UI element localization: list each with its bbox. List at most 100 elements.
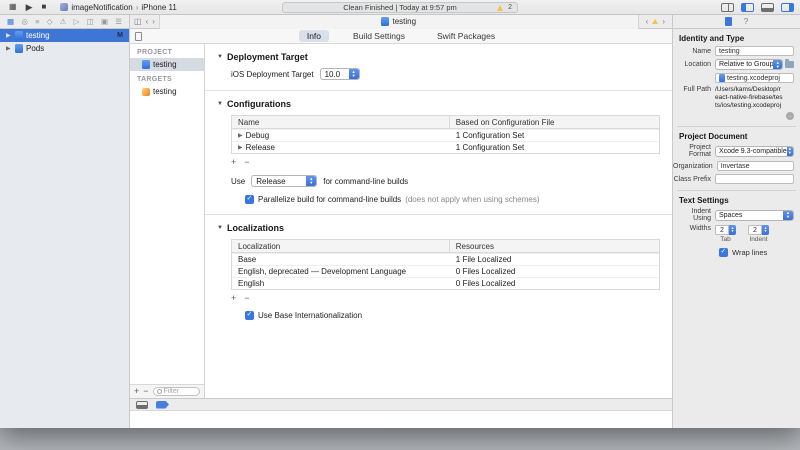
deployment-target-popup[interactable]: 10.0 ▲▼ [320, 68, 360, 80]
localization-resources: 1 File Localized [450, 255, 659, 264]
editor-tab-testing[interactable]: testing [159, 15, 639, 29]
tab-swift-packages[interactable]: Swift Packages [429, 30, 503, 42]
tab-overview-icon[interactable]: ◫ [134, 17, 142, 26]
project-format-popup[interactable]: Xcode 9.3-compatible ▲▼ [715, 146, 794, 157]
table-row[interactable]: ▶ Debug 1 Configuration Set [232, 129, 659, 141]
column-header-resources[interactable]: Resources [450, 242, 659, 251]
column-header-name[interactable]: Name [232, 116, 450, 128]
class-prefix-row: Class Prefix [673, 174, 794, 184]
table-row[interactable]: English, deprecated — Development Langua… [232, 265, 659, 277]
device-name[interactable]: iPhone 11 [141, 3, 176, 12]
section-header[interactable]: ▼ Localizations [205, 215, 672, 239]
indent-width-value[interactable]: 2 [748, 225, 762, 235]
add-configuration-button[interactable]: + [231, 158, 236, 167]
breakpoint-navigator-icon[interactable]: ▣ [101, 18, 108, 26]
scheme-app-icon [60, 3, 68, 11]
disclosure-triangle-icon[interactable]: ▼ [217, 54, 223, 60]
disclosure-triangle-icon[interactable]: ▼ [217, 225, 223, 231]
section-header[interactable]: ▼ Deployment Target [205, 44, 672, 68]
debug-navigator-icon[interactable]: ◫ [87, 18, 94, 26]
disclosure-triangle-icon[interactable]: ▶ [238, 144, 243, 151]
test-navigator-icon[interactable]: ▷ [74, 18, 80, 26]
sidebar-item-target-testing[interactable]: testing [130, 85, 204, 98]
forward-button[interactable]: › [152, 17, 155, 26]
scheme-selector[interactable]: imageNotification › iPhone 11 [60, 3, 176, 12]
disclosure-triangle-icon[interactable]: ▼ [217, 101, 223, 107]
location-popup[interactable]: Relative to Group ▲▼ [715, 59, 783, 70]
run-button[interactable]: ▶ [26, 3, 33, 12]
table-row[interactable]: Base 1 File Localized [232, 253, 659, 265]
symbol-navigator-icon[interactable]: ≡ [35, 18, 39, 26]
disclosure-triangle-icon[interactable]: ▶ [6, 45, 12, 52]
remove-configuration-button[interactable]: − [244, 158, 249, 167]
debug-bar [130, 398, 672, 411]
apps-grid-icon[interactable]: ▦ [9, 3, 17, 11]
editor-layout-icon[interactable] [721, 3, 734, 12]
indent-using-popup[interactable]: Spaces ▲▼ [715, 210, 794, 221]
tab-width-value[interactable]: 2 [715, 225, 729, 235]
warning-count[interactable]: 2 [508, 4, 512, 11]
parallelize-row: Parallelize build for command-line build… [245, 195, 672, 204]
parallelize-checkbox[interactable] [245, 195, 254, 204]
table-row[interactable]: ▶ Release 1 Configuration Set [232, 141, 659, 153]
tab-info[interactable]: Info [299, 30, 329, 42]
issue-warning-icon[interactable] [652, 19, 658, 24]
name-field[interactable]: testing [715, 46, 794, 56]
widths-label: Widths [673, 225, 715, 243]
class-prefix-field[interactable] [715, 174, 794, 184]
toggle-debug-area-icon[interactable] [761, 3, 774, 12]
previous-issue-button[interactable]: ‹ [646, 17, 649, 26]
issue-navigator-icon[interactable]: ⚠ [60, 18, 67, 26]
project-navigator-icon[interactable]: ▦ [7, 18, 14, 26]
disclosure-triangle-icon[interactable]: ▶ [238, 132, 243, 139]
file-name-field[interactable]: testing.xcodeproj [715, 73, 794, 83]
navigator-item-testing[interactable]: ▶ testing M [0, 29, 129, 42]
sidebar-filter-field[interactable]: Filter [153, 387, 200, 396]
table-header-row: Localization Resources [232, 240, 659, 253]
deployment-target-row: iOS Deployment Target 10.0 ▲▼ [231, 68, 672, 80]
quick-help-inspector-icon[interactable]: ? [744, 17, 748, 26]
stop-button[interactable]: ■ [41, 3, 46, 11]
add-localization-button[interactable]: + [231, 294, 236, 303]
command-line-config-popup[interactable]: Release ▲▼ [251, 175, 317, 187]
deployment-target-label: iOS Deployment Target [231, 70, 314, 79]
remove-localization-button[interactable]: − [244, 294, 249, 303]
warning-icon[interactable] [497, 5, 503, 11]
wrap-lines-checkbox[interactable] [719, 248, 728, 257]
wrap-lines-label: Wrap lines [732, 248, 767, 257]
source-control-navigator-icon[interactable]: ◎ [21, 18, 28, 26]
file-inspector-icon[interactable] [725, 17, 732, 26]
stepper-arrows-icon[interactable]: ▲▼ [762, 225, 769, 235]
config-file: 1 Configuration Set [450, 131, 659, 140]
toggle-inspector-icon[interactable] [781, 3, 794, 12]
disclosure-triangle-icon[interactable]: ▶ [6, 32, 12, 39]
use-label: Use [231, 177, 245, 186]
folder-icon[interactable] [785, 61, 794, 68]
sidebar-bottom-bar: + − Filter [130, 384, 204, 398]
navigator-item-pods[interactable]: ▶ Pods [0, 42, 129, 55]
breakpoints-toggle-icon[interactable] [156, 401, 169, 409]
back-button[interactable]: ‹ [146, 17, 149, 26]
stepper-arrows-icon[interactable]: ▲▼ [729, 225, 736, 235]
toggle-navigator-icon[interactable] [741, 3, 754, 12]
xcode-window: ▦ ▶ ■ imageNotification › iPhone 11 Clea… [0, 0, 800, 428]
popup-stepper-icon: ▲▼ [787, 147, 793, 156]
hide-debug-area-icon[interactable] [136, 401, 148, 409]
next-issue-button[interactable]: › [662, 17, 665, 26]
remove-target-button[interactable]: − [143, 387, 148, 396]
add-target-button[interactable]: + [134, 387, 139, 396]
popup-value: Xcode 9.3-compatible [719, 148, 787, 155]
tab-width-stepper[interactable]: 2 ▲▼ [715, 225, 736, 235]
reveal-in-finder-icon[interactable]: → [786, 112, 794, 120]
report-navigator-icon[interactable]: ☰ [115, 18, 122, 26]
column-header-localization[interactable]: Localization [232, 240, 450, 252]
sidebar-item-project-testing[interactable]: testing [130, 58, 204, 71]
section-header[interactable]: ▼ Configurations [205, 91, 672, 115]
tab-build-settings[interactable]: Build Settings [345, 30, 413, 42]
indent-width-stepper[interactable]: 2 ▲▼ [748, 225, 769, 235]
table-row[interactable]: English 0 Files Localized [232, 277, 659, 289]
organization-field[interactable]: Invertase [717, 161, 794, 171]
find-navigator-icon[interactable]: ◇ [47, 18, 53, 26]
column-header-file[interactable]: Based on Configuration File [450, 118, 659, 127]
base-internationalization-checkbox[interactable] [245, 311, 254, 320]
